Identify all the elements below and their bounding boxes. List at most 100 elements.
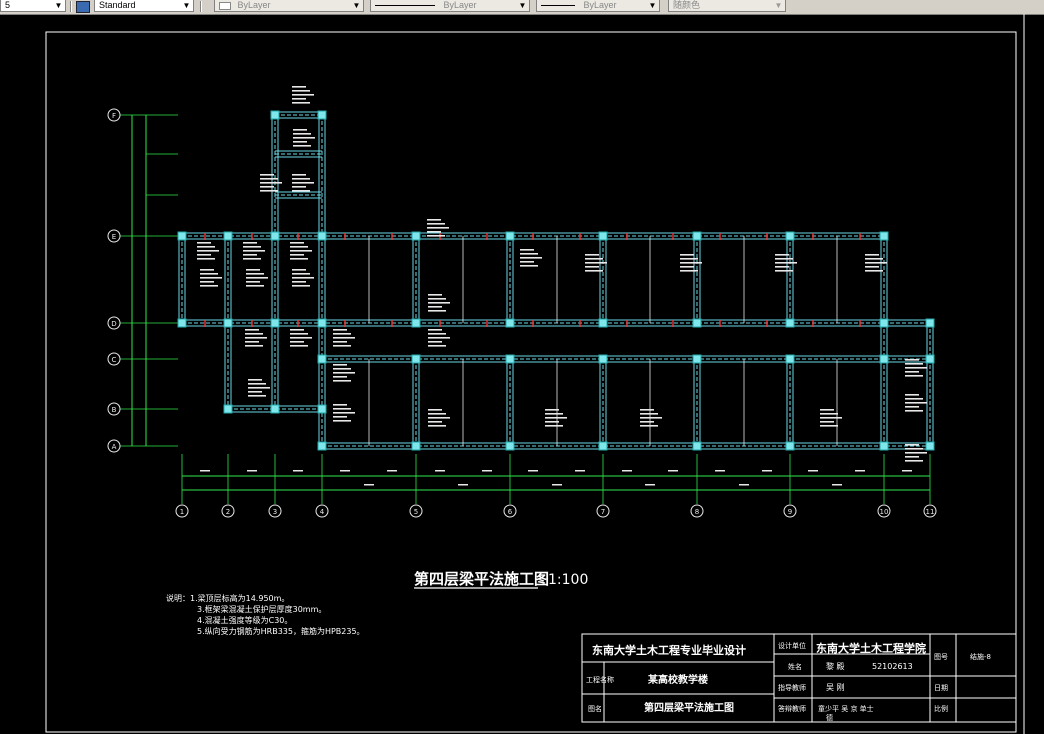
annotation-mark [290,242,304,244]
column [925,441,935,451]
column [505,318,515,328]
annotation-mark [260,186,274,188]
lineweight-dropdown[interactable]: ByLayer ▼ [536,0,660,12]
plot-style-dropdown[interactable]: 随颜色 ▼ [668,0,786,12]
annotation-mark [905,402,927,404]
annotation-mark [246,285,264,287]
annotation-mark [905,398,923,400]
column [270,110,280,120]
annotation-mark [428,413,446,415]
advisor-label: 指导教师 [778,683,806,692]
annotation-mark [245,337,267,339]
grid-bubble-label: 7 [601,508,605,516]
student-name: 黎 殿 [826,661,845,671]
column [598,231,608,241]
annotation-mark [640,421,654,423]
drawing-label: 图名 [588,704,602,713]
annotation-mark [293,133,311,135]
annotation-mark [520,257,542,259]
annotation-mark [333,380,351,382]
linetype-preview-icon [375,5,435,7]
dimension-text-mark [458,484,468,486]
annotation-mark [333,345,351,347]
annotation-mark [775,266,789,268]
text-style-dropdown[interactable]: Standard ▼ [94,0,194,12]
layer-dropdown[interactable]: ByLayer ▼ [214,0,364,12]
annotation-mark [820,413,838,415]
column [785,231,795,241]
name-label: 姓名 [788,662,802,671]
annotation-mark [427,227,449,229]
annotation-mark [775,254,789,256]
annotation-mark [333,404,347,406]
chevron-down-icon[interactable]: ▼ [351,0,362,11]
dimension-text-mark [832,484,842,486]
plot-style-value: 随颜色 [673,0,701,10]
column [270,318,280,328]
project-label: 工程名称 [586,675,614,684]
annotation-mark [248,379,262,381]
annotation-mark [865,258,883,260]
drawing-name: 第四层梁平法施工图 [644,701,734,714]
annotation-mark [428,417,450,419]
annotation-mark [200,285,218,287]
grid-bubble-label: E [112,233,116,241]
annotation-mark [428,421,442,423]
annotation-mark [905,371,919,373]
column [879,354,889,364]
annotation-mark [520,253,538,255]
column [223,231,233,241]
toolbar-separator [70,1,72,12]
text-style-icon[interactable] [76,1,90,13]
annotation-mark [905,367,927,369]
annotation-mark [680,270,698,272]
annotation-mark [197,246,215,248]
annotation-mark [197,254,211,256]
annotation-mark [428,294,442,296]
annotation-mark [245,345,263,347]
beam-annotations [197,86,927,462]
column [598,441,608,451]
chevron-down-icon[interactable]: ▼ [647,0,658,11]
chevron-down-icon[interactable]: ▼ [53,0,64,11]
chevron-down-icon[interactable]: ▼ [181,0,192,11]
layer-value: ByLayer [237,0,271,10]
annotation-mark [428,337,450,339]
annotation-mark [680,258,698,260]
annotation-mark [520,261,534,263]
column [411,318,421,328]
annotation-mark [427,223,445,225]
properties-toolbar: 5 ▼ Standard ▼ ByLayer ▼ ByLayer ▼ ByLay… [0,0,1044,15]
annotation-mark [292,86,306,88]
annotation-mark [246,277,268,279]
sheet-number: 结施-8 [970,652,991,661]
annotation-mark [585,254,599,256]
annotation-mark [865,262,887,264]
annotation-mark [333,368,351,370]
annotation-mark [545,417,567,419]
annotation-mark [680,254,694,256]
toolbar-dropdown[interactable]: 5 ▼ [0,0,66,12]
annotation-mark [200,277,222,279]
annotation-mark [333,376,347,378]
annotation-mark [333,333,351,335]
annotation-mark [290,250,312,252]
dimension-text-mark [622,470,632,472]
annotation-mark [292,285,310,287]
annotation-mark [905,375,923,377]
chevron-down-icon[interactable]: ▼ [517,0,528,11]
chevron-down-icon: ▼ [774,1,783,10]
annotation-mark [292,102,310,104]
annotation-mark [545,413,563,415]
annotation-mark [293,145,311,147]
sheet-label: 图号 [934,653,948,661]
annotation-mark [545,421,559,423]
annotation-mark [292,269,306,271]
annotation-mark [197,242,211,244]
school-name: 东南大学土木工程学院 [816,641,926,655]
dimension-text-mark [575,470,585,472]
note-line: 5.纵向受力钢筋为HRB335，箍筋为HPB235。 [197,626,365,636]
column [411,231,421,241]
linetype-dropdown[interactable]: ByLayer ▼ [370,0,530,12]
drawing-canvas[interactable]: 1 2 3 4 5 6 7 8 9 10 11FEDCBA 第四层梁平法施工图 1:100 说明： … [0,14,1044,734]
